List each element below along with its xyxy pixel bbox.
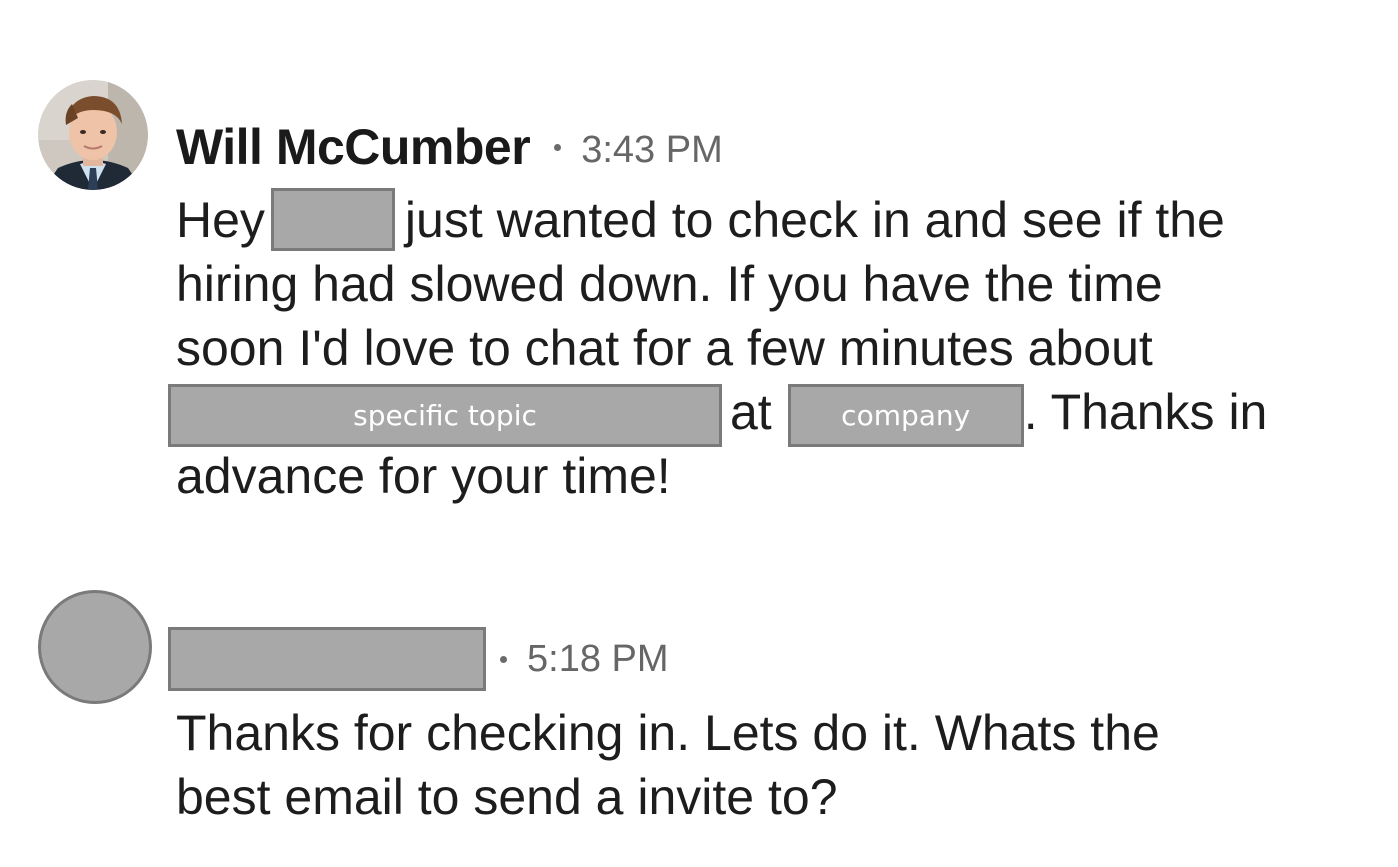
message-line: hiring had slowed down. If you have the …: [176, 256, 1163, 312]
redacted-company: company: [787, 384, 1024, 448]
text-segment: at: [730, 384, 772, 440]
message-line: soon I'd love to chat for a few minutes …: [176, 320, 1153, 376]
separator-dot: [554, 143, 562, 151]
redacted-name: [270, 188, 395, 252]
text-segment: Hey: [176, 192, 265, 248]
message-line: best email to send a invite to?: [176, 769, 838, 825]
message-body: Hey just wanted to check in and see if th…: [168, 188, 1376, 508]
separator-dot: [500, 655, 507, 663]
avatar-placeholder[interactable]: [38, 590, 152, 704]
timestamp: 5:18 PM: [527, 637, 669, 680]
timestamp: 3:43 PM: [581, 128, 723, 171]
text-segment: just wanted to check in and see if the: [404, 192, 1225, 248]
redacted-sender-name: [168, 627, 486, 691]
text-segment: . Thanks in: [1023, 384, 1268, 440]
message-header: Will McCumber 3:43 PM: [176, 118, 723, 176]
message-line: Hey just wanted to check in and see if th…: [176, 188, 1376, 252]
avatar[interactable]: [38, 80, 148, 190]
message-line: Thanks for checking in. Lets do it. What…: [176, 705, 1160, 761]
message-line: advance for your time!: [176, 448, 671, 504]
profile-photo-icon: [38, 80, 148, 190]
redacted-topic: specific topic: [168, 384, 722, 448]
message-body: Thanks for checking in. Lets do it. What…: [176, 701, 1376, 829]
sender-name[interactable]: Will McCumber: [176, 118, 531, 176]
clipped-date-header: [520, 0, 880, 6]
message-header: 5:18 PM: [168, 627, 669, 691]
message-line: specific topic at company. Thanks in: [168, 380, 1376, 448]
